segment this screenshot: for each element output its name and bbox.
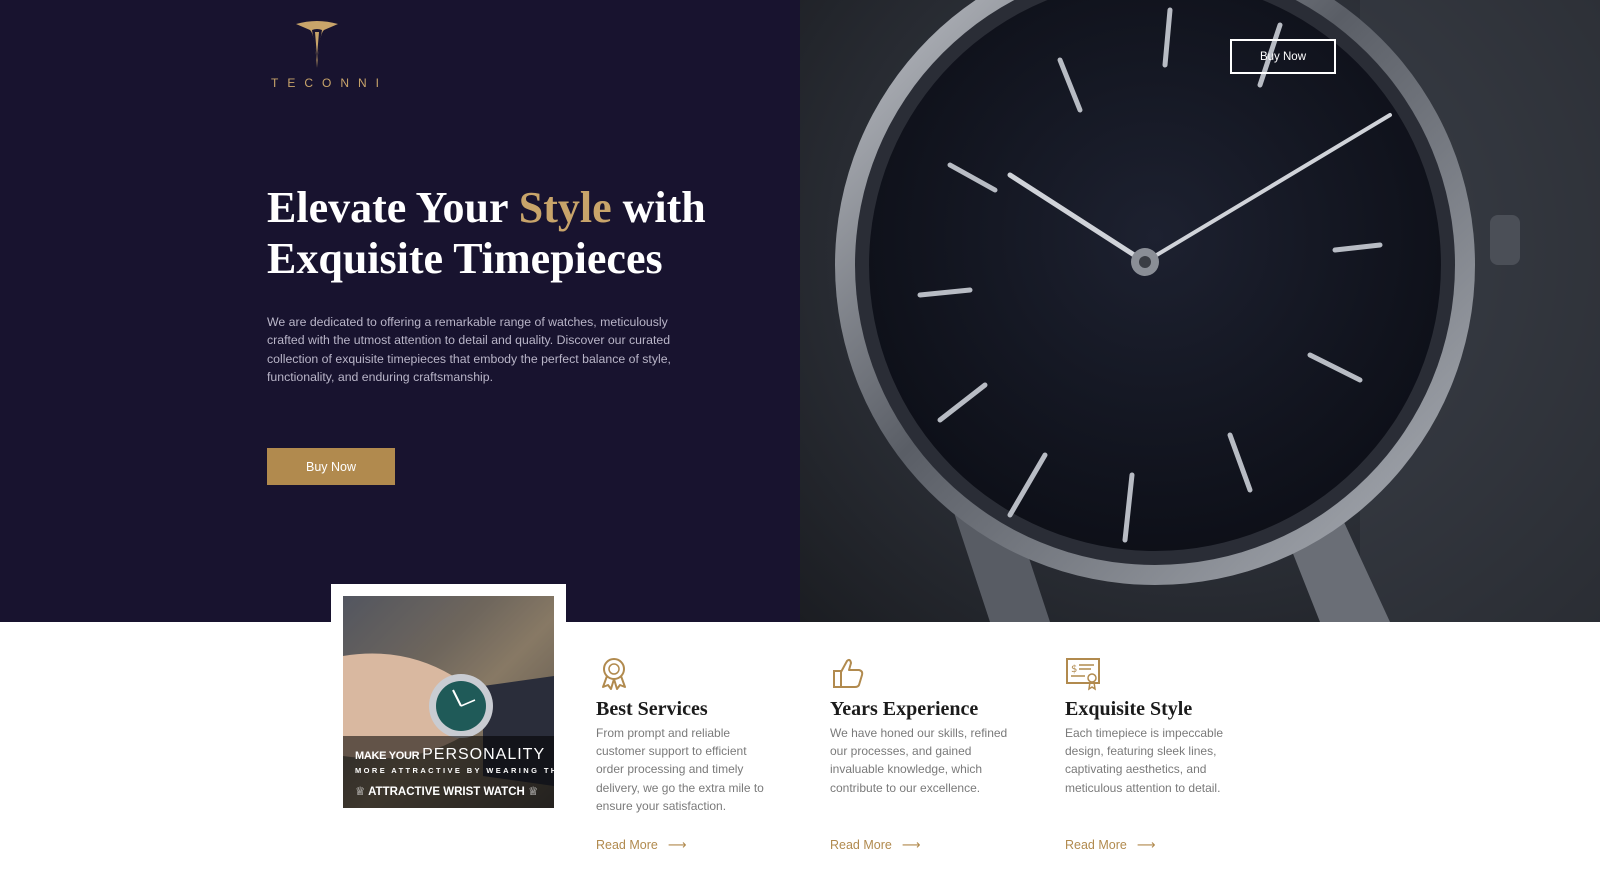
promo-line2: MORE ATTRACTIVE BY WEARING THIS [355,766,554,775]
trophy-icon: ♕ [355,786,366,798]
promo-line1: MAKE YOUR PERSONALITY [355,746,545,764]
promo-line3: ♕ ATTRACTIVE WRIST WATCH ♕ [355,784,538,798]
thumbs-up-icon [833,658,864,688]
award-icon [602,658,626,690]
brand-logo[interactable]: TECONNI [262,20,388,90]
feature-title: Years Experience [830,698,979,720]
hero-description: We are dedicated to offering a remarkabl… [267,315,671,384]
read-more-link-exquisite-style[interactable]: Read More ⟶ [1065,837,1155,853]
read-more-label: Read More [1065,838,1127,852]
feature-best-services: Best Services From prompt and reliable c… [596,655,781,815]
headline-part1: Elevate Your [267,183,519,232]
arrow-right-icon: ⟶ [667,837,687,852]
feature-text: From prompt and reliable customer suppor… [596,726,764,813]
promo-line1-big: PERSONALITY [422,746,546,763]
headline-accent: Style [518,183,612,232]
promo-image: MAKE YOUR PERSONALITY MORE ATTRACTIVE BY… [343,596,554,808]
teconni-logo-icon [296,21,338,68]
promo-line3-text: ATTRACTIVE WRIST WATCH [368,786,525,798]
certificate-icon: $ [1066,658,1100,691]
read-more-label: Read More [596,838,658,852]
feature-text: Each timepiece is impeccable design, fea… [1065,726,1224,795]
hero-watch-image: Buy Now [800,0,1600,622]
arrow-right-icon: ⟶ [901,837,921,852]
read-more-link-years-experience[interactable]: Read More ⟶ [830,837,920,853]
read-more-label: Read More [830,838,892,852]
svg-text:$: $ [1071,664,1077,675]
headline-line2: Exquisite Timepieces [267,234,663,283]
hero-left-panel: TECONNI Elevate Your Style with Exquisit… [0,0,800,622]
feature-text: We have honed our skills, refined our pr… [830,726,1008,795]
arrow-right-icon: ⟶ [1136,837,1156,852]
promo-line1-small: MAKE YOUR [355,750,420,762]
wristwatch-photo [343,596,554,808]
hero-section: TECONNI Elevate Your Style with Exquisit… [0,0,1600,622]
headline-part2: with [611,183,706,232]
promo-card[interactable]: MAKE YOUR PERSONALITY MORE ATTRACTIVE BY… [331,584,566,820]
header-buy-now-button[interactable]: Buy Now [1230,39,1336,74]
trophy-icon: ♕ [528,786,539,798]
hero-headline: Elevate Your Style with Exquisite Timepi… [267,182,787,284]
feature-exquisite-style: $ Exquisite Style Each timepiece is impe… [1065,655,1250,797]
feature-title: Exquisite Style [1065,698,1193,720]
brand-name: TECONNI [271,76,388,90]
read-more-link-best-services[interactable]: Read More ⟶ [596,837,686,853]
watch-illustration [835,0,1600,622]
feature-title: Best Services [596,698,708,720]
hero-buy-now-button[interactable]: Buy Now [267,448,395,485]
feature-years-experience: Years Experience We have honed our skill… [830,655,1015,797]
